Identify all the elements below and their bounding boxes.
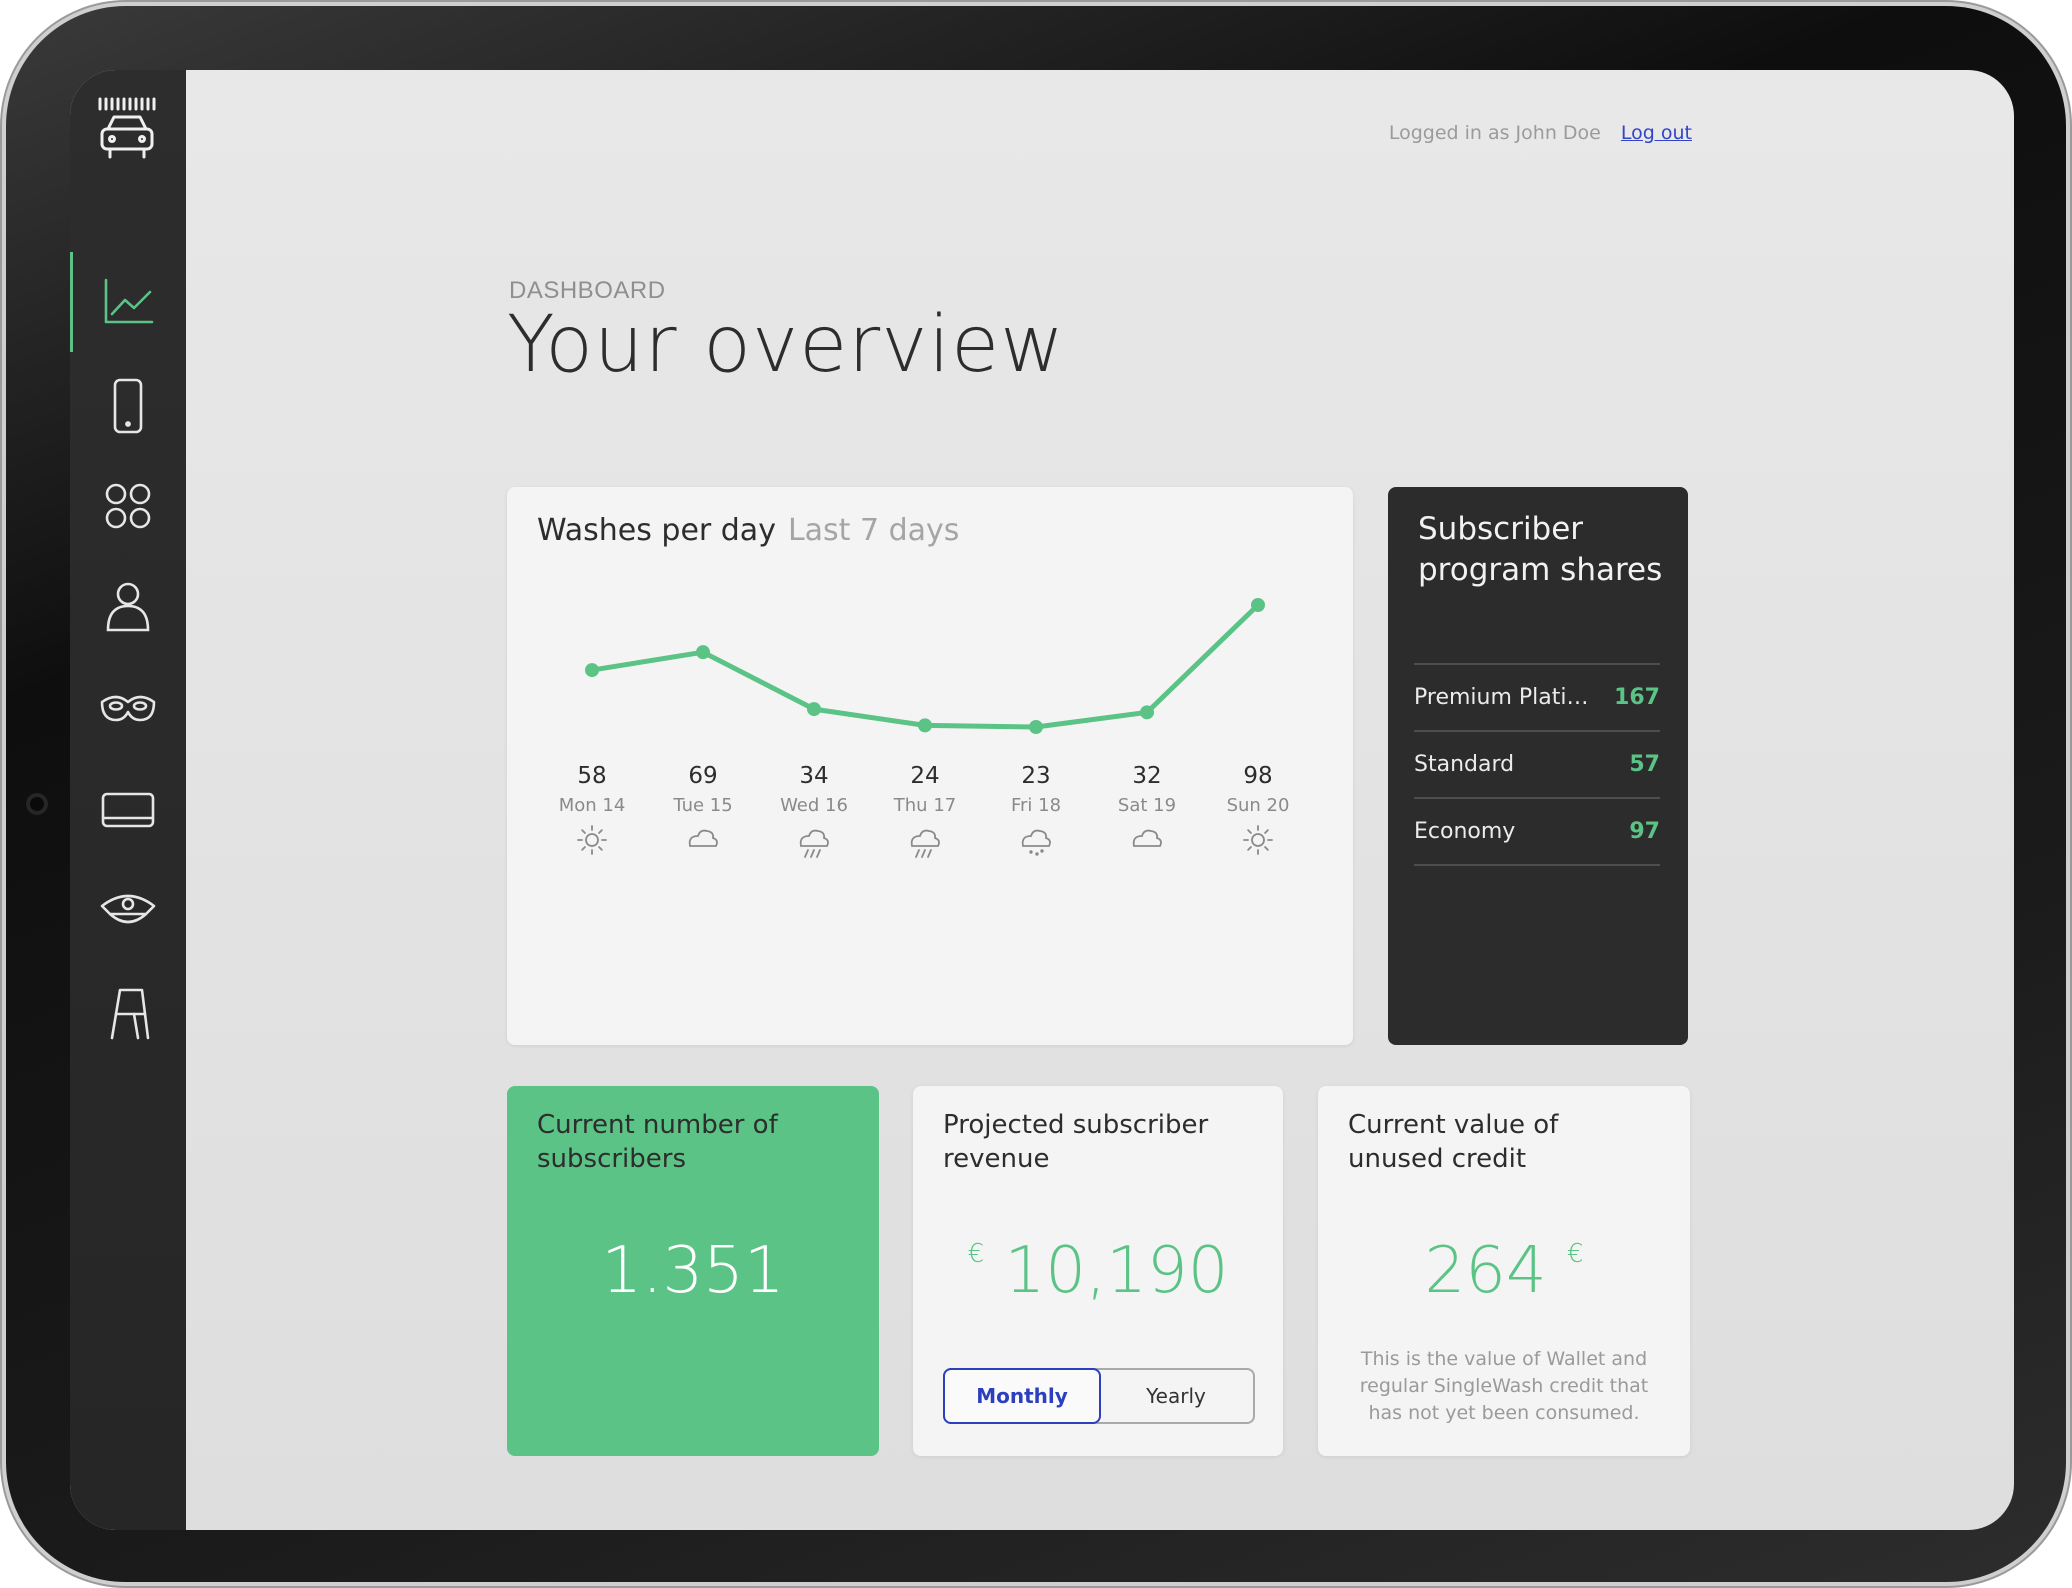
data-point [1140, 705, 1154, 720]
nav-devices[interactable] [70, 356, 186, 456]
share-value: 97 [1629, 819, 1660, 844]
yearly-option[interactable]: Yearly [1099, 1370, 1253, 1422]
value-label: 98 [1243, 763, 1272, 789]
data-point [696, 645, 710, 660]
share-value: 167 [1614, 685, 1660, 710]
nav-programs[interactable] [70, 456, 186, 556]
nav-staff[interactable] [70, 860, 186, 960]
value-label: 69 [688, 763, 717, 789]
value-label: 32 [1132, 763, 1161, 789]
logged-in-label: Logged in as John Doe [1388, 122, 1601, 144]
page-title: Your overview [507, 300, 1065, 390]
subscribers-value: 1.351 [601, 1234, 785, 1308]
day-label: Mon 14 [559, 795, 626, 816]
revenue-amount: € 10,190 [913, 1234, 1283, 1308]
credit-amount: 264 € [1318, 1234, 1690, 1308]
officer-cap-icon [100, 894, 156, 924]
nav-users[interactable] [70, 556, 186, 656]
day-label: Fri 18 [1011, 795, 1061, 816]
value-label: 34 [799, 763, 828, 789]
front-camera [26, 793, 48, 815]
washes-line-chart: 58 Mon 14 69 Tue 15 34 Wed 16 24 Thu 17 23 Fri 18… [559, 598, 1290, 858]
share-row[interactable]: Economy 97 [1414, 797, 1660, 866]
sun-icon [1243, 825, 1273, 855]
day-label: Sun 20 [1227, 795, 1290, 816]
subscribers-card: Current number of subscribers 1.351 [507, 1086, 879, 1456]
value-label: 58 [577, 763, 606, 789]
mask-icon [100, 695, 156, 722]
share-name: Standard [1414, 752, 1515, 777]
credit-currency: € [1566, 1239, 1584, 1269]
subscriber-shares-card: Subscriber program shares Premium Platin… [1388, 487, 1688, 1045]
day-label: Sat 19 [1118, 795, 1176, 816]
period-toggle: Monthly Yearly [943, 1368, 1255, 1424]
share-row[interactable]: Standard 57 [1414, 730, 1660, 797]
sun-icon [577, 825, 607, 855]
value-label: 23 [1021, 763, 1050, 789]
revenue-value: 10,190 [1004, 1234, 1229, 1308]
sidebar [70, 70, 186, 1530]
rain-icon [799, 829, 829, 858]
day-label: Wed 16 [780, 795, 848, 816]
day-label: Thu 17 [893, 795, 956, 816]
apps-icon [105, 483, 151, 529]
chart-icon [104, 278, 154, 324]
user-bar: Logged in as John Doe Log out [1389, 122, 1692, 144]
nav-signage[interactable] [70, 962, 186, 1062]
series-line [589, 602, 1261, 730]
logout-link[interactable]: Log out [1621, 122, 1692, 144]
credit-note: This is the value of Wallet and regular … [1359, 1348, 1649, 1424]
nav-payments[interactable] [70, 760, 186, 860]
sign-icon [110, 988, 150, 1040]
app-screen: Logged in as John Doe Log out DASHBOARD … [70, 70, 2014, 1530]
rain-icon [910, 829, 940, 858]
card-icon [101, 792, 155, 828]
nav-anonymous[interactable] [70, 658, 186, 758]
shares-title: Subscriber program shares [1418, 511, 1663, 588]
tablet-frame: Logged in as John Doe Log out DASHBOARD … [6, 6, 2066, 1582]
credit-label: Current value of unused credit [1348, 1110, 1559, 1174]
data-point [1029, 720, 1043, 734]
data-point [918, 718, 932, 733]
monthly-option[interactable]: Monthly [943, 1368, 1101, 1424]
phone-icon [113, 378, 143, 434]
data-point [585, 663, 599, 678]
share-name: Economy [1414, 819, 1516, 844]
revenue-currency: € [967, 1239, 985, 1269]
washes-chart-card: Washes per day Last 7 days 58 Mon 14 69 Tue … [507, 487, 1353, 1045]
credit-card: Current value of unused credit 264 € Thi… [1318, 1086, 1690, 1456]
share-value: 57 [1629, 752, 1660, 777]
credit-value: 264 [1424, 1234, 1547, 1308]
revenue-label: Projected subscriber revenue [943, 1110, 1209, 1174]
car-wash-logo-icon[interactable] [96, 95, 158, 165]
cloud-icon [688, 829, 718, 847]
revenue-card: Projected subscriber revenue € 10,190 Mo… [913, 1086, 1283, 1456]
day-label: Tue 15 [672, 795, 732, 816]
drizzle-icon [1021, 829, 1051, 856]
share-row[interactable]: Premium Platinu… 167 [1414, 663, 1660, 730]
cloud-icon [1132, 829, 1162, 847]
share-name: Premium Platinu… [1414, 685, 1599, 710]
user-icon [106, 582, 150, 632]
value-label: 24 [910, 763, 939, 789]
data-point [1251, 598, 1265, 612]
shares-list: Premium Platinu… 167 Standard 57 Economy… [1414, 663, 1660, 866]
nav-dashboard[interactable] [70, 252, 186, 352]
subscribers-label: Current number of subscribers [537, 1110, 778, 1174]
data-point [807, 702, 821, 717]
